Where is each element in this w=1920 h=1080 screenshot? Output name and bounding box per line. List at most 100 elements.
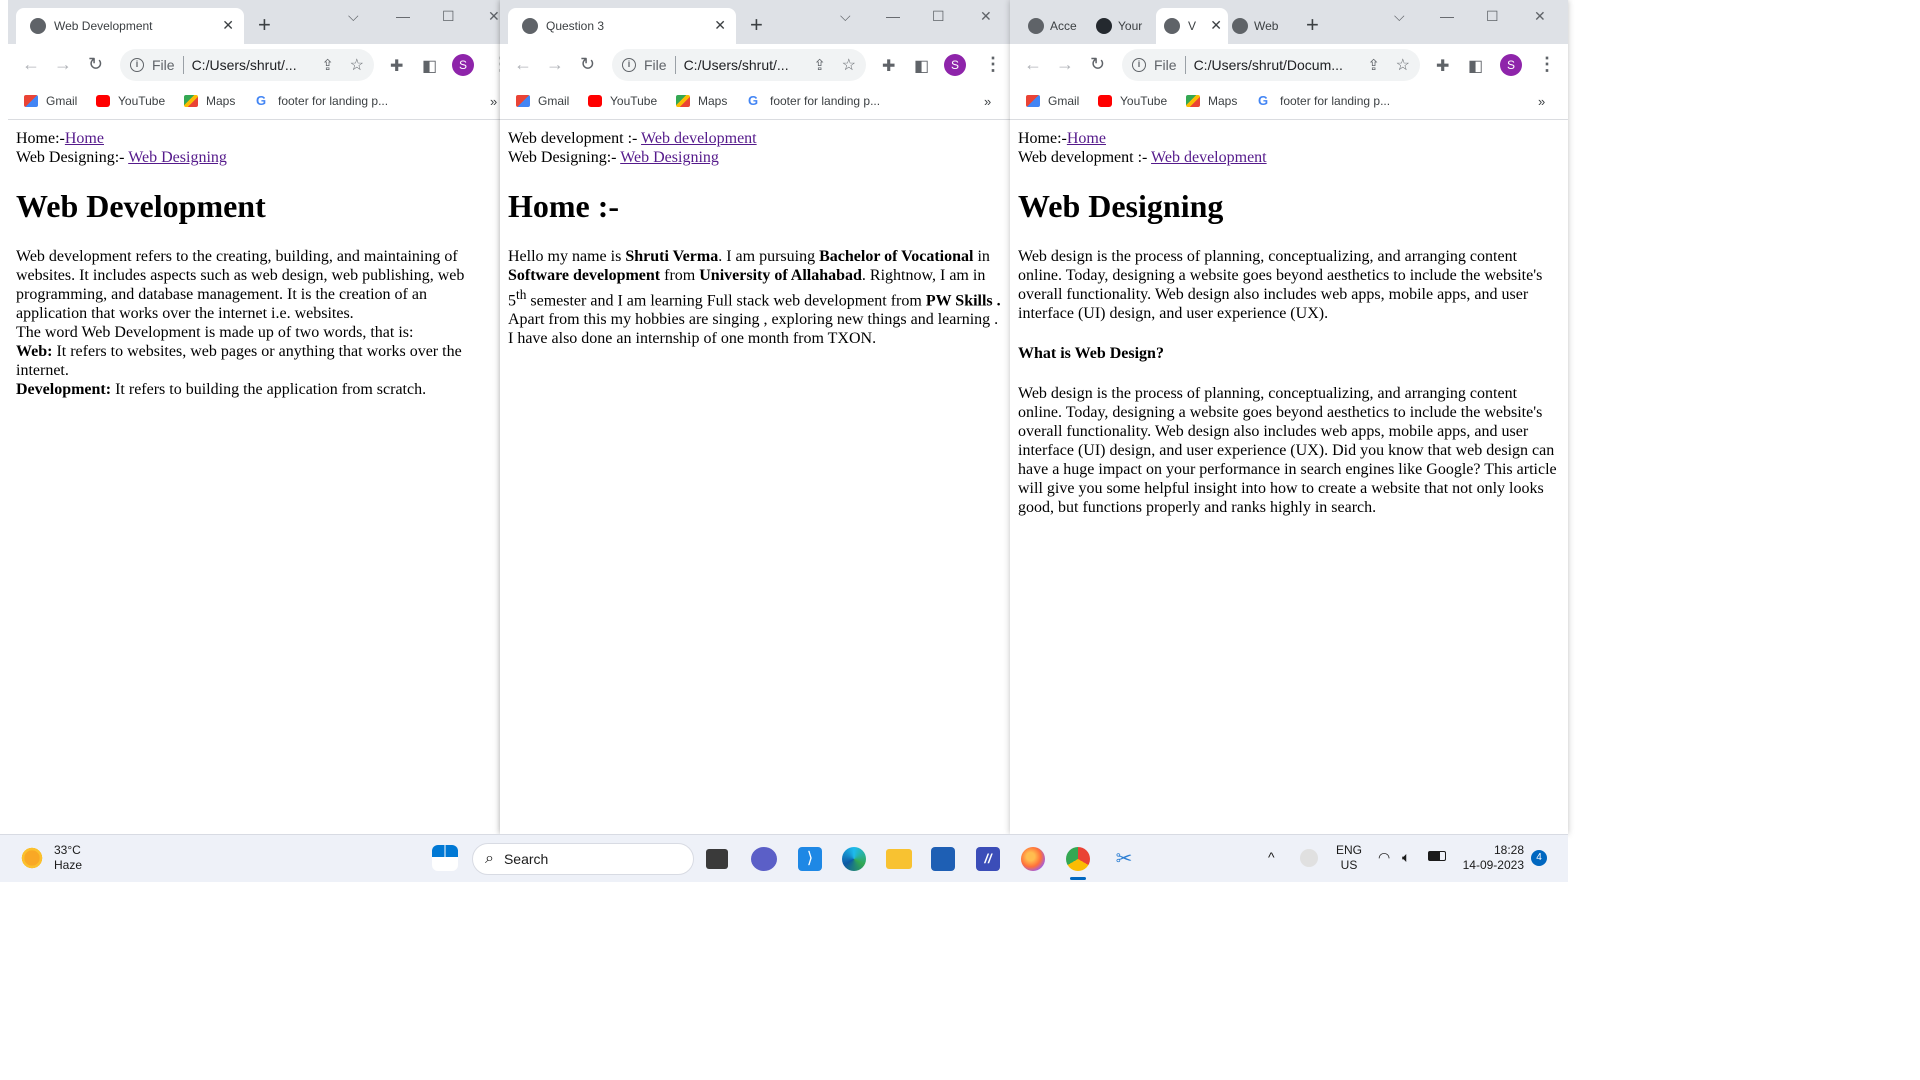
bookmark-youtube[interactable]: YouTube: [588, 94, 657, 108]
file-explorer-icon[interactable]: [886, 849, 912, 869]
bookmark-maps[interactable]: Maps: [184, 94, 235, 108]
maximize-button[interactable]: ☐: [1486, 8, 1499, 25]
tab-acce[interactable]: Acce: [1028, 8, 1077, 44]
bookmark-footer[interactable]: Gfooter for landing p...: [256, 94, 388, 109]
maximize-button[interactable]: ☐: [442, 8, 455, 25]
bookmarks-overflow[interactable]: »: [984, 94, 991, 109]
start-windows-icon[interactable]: [432, 845, 458, 871]
edge-icon[interactable]: [842, 847, 866, 871]
firefox-icon[interactable]: [1021, 847, 1045, 871]
web-development-link[interactable]: Web development: [1151, 149, 1267, 166]
app-icon[interactable]: //: [976, 847, 1000, 871]
extensions-icon[interactable]: ✚: [390, 56, 403, 76]
minimize-button[interactable]: —: [1440, 8, 1454, 24]
forward-icon[interactable]: →: [546, 54, 564, 75]
chrome-icon[interactable]: [1066, 847, 1090, 871]
battery-icon[interactable]: [1428, 851, 1446, 861]
taskbar-search[interactable]: ⌕ Search: [472, 843, 694, 875]
info-icon[interactable]: i: [130, 58, 144, 72]
profile-avatar[interactable]: S: [452, 54, 474, 76]
show-hidden-icons-chevron-icon[interactable]: ^: [1268, 849, 1275, 865]
info-icon[interactable]: i: [1132, 58, 1146, 72]
close-window-button[interactable]: ✕: [488, 8, 500, 25]
web-designing-link[interactable]: Web Designing: [620, 149, 719, 166]
bookmark-youtube[interactable]: YouTube: [1098, 94, 1167, 108]
language-indicator[interactable]: ENG US: [1336, 843, 1362, 873]
bookmark-star-icon[interactable]: ☆: [842, 55, 856, 75]
clock[interactable]: 18:28 14-09-2023: [1458, 843, 1524, 873]
vscode-icon[interactable]: ⟩: [798, 847, 822, 871]
back-icon[interactable]: ←: [22, 54, 40, 75]
web-designing-link[interactable]: Web Designing: [128, 149, 227, 166]
snipping-tool-icon[interactable]: ✂: [1112, 847, 1136, 871]
reload-icon[interactable]: ↻: [580, 54, 595, 75]
new-tab-button[interactable]: +: [1306, 14, 1319, 36]
bookmark-footer[interactable]: Gfooter for landing p...: [1258, 94, 1390, 109]
side-panel-icon[interactable]: ◧: [1468, 56, 1483, 76]
bookmark-gmail[interactable]: Gmail: [1026, 94, 1079, 108]
bookmark-youtube[interactable]: YouTube: [96, 94, 165, 108]
forward-icon[interactable]: →: [54, 54, 72, 75]
menu-icon[interactable]: ⋮: [1538, 54, 1556, 75]
side-panel-icon[interactable]: ◧: [422, 56, 437, 76]
tab-search-chevron-icon[interactable]: ⌵: [348, 8, 359, 25]
extensions-icon[interactable]: ✚: [1436, 56, 1449, 76]
bookmark-footer[interactable]: Gfooter for landing p...: [748, 94, 880, 109]
back-icon[interactable]: ←: [1024, 54, 1042, 75]
side-panel-icon[interactable]: ◧: [914, 56, 929, 76]
tab-active[interactable]: V ✕: [1156, 8, 1228, 44]
bold-text: Shruti Verma: [625, 248, 719, 265]
close-window-button[interactable]: ✕: [1534, 8, 1546, 25]
text: in: [973, 248, 990, 265]
minimize-button[interactable]: —: [396, 8, 410, 24]
bookmark-maps[interactable]: Maps: [1186, 94, 1237, 108]
close-tab-icon[interactable]: ✕: [1210, 17, 1222, 34]
address-bar[interactable]: i File C:/Users/shrut/... ⇪ ☆: [612, 49, 866, 81]
web-development-link[interactable]: Web development: [641, 130, 757, 147]
reload-icon[interactable]: ↻: [1090, 54, 1105, 75]
notification-badge[interactable]: 4: [1531, 850, 1547, 866]
share-icon[interactable]: ⇪: [813, 56, 826, 74]
bookmark-maps[interactable]: Maps: [676, 94, 727, 108]
tab-your[interactable]: Your: [1096, 8, 1142, 44]
address-bar[interactable]: i File C:/Users/shrut/... ⇪ ☆: [120, 49, 374, 81]
tab-question-3[interactable]: Question 3 ✕: [508, 8, 736, 44]
minimize-button[interactable]: —: [886, 8, 900, 24]
teams-chat-icon[interactable]: [751, 847, 777, 871]
tab-search-chevron-icon[interactable]: ⌵: [840, 8, 851, 25]
tab-web[interactable]: Web: [1232, 8, 1278, 44]
back-icon[interactable]: ←: [514, 54, 532, 75]
bookmark-star-icon[interactable]: ☆: [1396, 55, 1410, 75]
profile-avatar[interactable]: S: [1500, 54, 1522, 76]
close-tab-icon[interactable]: ✕: [714, 17, 726, 34]
address-bar[interactable]: i File C:/Users/shrut/Docum... ⇪ ☆: [1122, 49, 1420, 81]
profile-avatar[interactable]: S: [944, 54, 966, 76]
home-link[interactable]: Home: [65, 130, 104, 147]
microsoft-store-icon[interactable]: [931, 847, 955, 871]
share-icon[interactable]: ⇪: [1367, 56, 1380, 74]
close-tab-icon[interactable]: ✕: [222, 17, 234, 34]
close-window-button[interactable]: ✕: [980, 8, 992, 25]
task-view-icon[interactable]: [706, 849, 728, 869]
tab-web-development[interactable]: Web Development ✕: [16, 8, 244, 44]
share-icon[interactable]: ⇪: [321, 56, 334, 74]
new-tab-button[interactable]: +: [258, 14, 271, 36]
bookmark-gmail[interactable]: Gmail: [24, 94, 77, 108]
weather-widget[interactable]: 33°C Haze: [20, 843, 82, 873]
bookmarks-overflow[interactable]: »: [490, 94, 497, 109]
volume-icon[interactable]: 🔈︎: [1402, 849, 1410, 866]
forward-icon[interactable]: →: [1056, 54, 1074, 75]
new-tab-button[interactable]: +: [750, 14, 763, 36]
tab-search-chevron-icon[interactable]: ⌵: [1394, 8, 1405, 25]
onedrive-status-icon[interactable]: [1300, 849, 1318, 867]
reload-icon[interactable]: ↻: [88, 54, 103, 75]
home-link[interactable]: Home: [1067, 130, 1106, 147]
bookmark-gmail[interactable]: Gmail: [516, 94, 569, 108]
info-icon[interactable]: i: [622, 58, 636, 72]
bookmark-star-icon[interactable]: ☆: [350, 55, 364, 75]
menu-icon[interactable]: ⋮: [984, 54, 1002, 75]
maximize-button[interactable]: ☐: [932, 8, 945, 25]
extensions-icon[interactable]: ✚: [882, 56, 895, 76]
wifi-icon[interactable]: ◠: [1378, 849, 1390, 866]
bookmarks-overflow[interactable]: »: [1538, 94, 1545, 109]
